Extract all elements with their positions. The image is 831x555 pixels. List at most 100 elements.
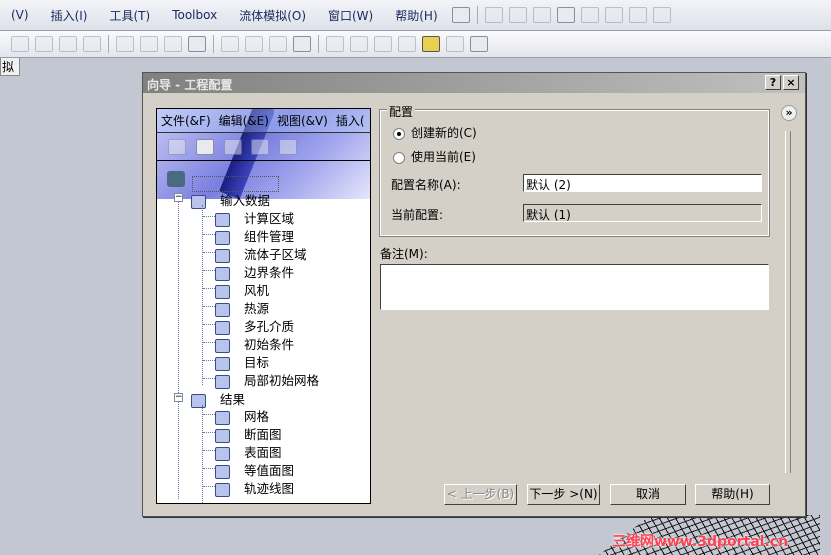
stopwatch-icon[interactable] [350,36,368,52]
dialog-title: 向导 - 工程配置 [143,73,805,93]
menu-help[interactable]: 帮助(H) [384,7,448,24]
help-title-button[interactable]: ? [765,75,781,90]
particles-icon[interactable] [164,36,182,52]
tree-menu-edit: 编辑(&E) [218,114,269,128]
tree-item-icon [215,266,230,281]
collapse-results-toggle[interactable]: − [174,393,183,402]
menu-window[interactable]: 窗口(W) [317,7,384,24]
box-icon[interactable] [140,36,158,52]
component-icon[interactable] [35,36,53,52]
print-icon[interactable] [556,7,575,23]
undo-icon[interactable] [580,7,599,23]
new-file-icon[interactable] [484,7,503,23]
tree-item[interactable]: 目标 [215,352,269,371]
table-icon[interactable] [59,36,77,52]
tree-item[interactable]: 流体子区域 [215,244,307,263]
save-icon [223,139,242,155]
tree-item[interactable]: 等值面图 [215,460,294,479]
divider [108,35,109,53]
tree-item-icon [215,374,230,389]
menu-tools[interactable]: 工具(T) [98,7,161,24]
tree-item[interactable]: 边界条件 [215,262,294,281]
tree-item-icon [215,248,230,263]
results-icon [191,393,206,408]
folder-icon [191,194,206,209]
open-file-icon[interactable] [508,7,527,23]
mesh-icon[interactable] [326,36,344,52]
select-arrow-icon[interactable] [604,7,623,23]
tree-item-icon [215,230,230,245]
tree-item[interactable]: 计算区域 [215,208,294,227]
tree-item-icon [215,464,230,479]
config-group: 配置 创建新的(C) 使用当前(E) 配置名称(A): 默认 (2) 当前配置:… [379,103,770,237]
config-group-title: 配置 [387,103,416,120]
back-button[interactable]: < 上一步(B) [444,484,517,505]
tree-item-icon [215,356,230,371]
splitter[interactable] [785,131,791,473]
tree-item[interactable]: 多孔介质 [215,316,294,335]
tree-item[interactable]: 风机 [215,280,269,299]
sparkle-icon[interactable] [398,36,416,52]
menu-view[interactable]: (V) [0,8,40,22]
tree-item[interactable]: 局部初始网格 [215,370,319,389]
goal-plot-icon[interactable] [293,36,311,52]
menu-toolbox[interactable]: Toolbox [161,8,228,22]
print-icon [251,139,270,155]
project-root-icon [167,171,185,187]
divider [213,35,214,53]
notes-textarea[interactable] [380,264,769,310]
load-results-icon[interactable] [188,36,206,52]
tree-item-icon [215,482,230,497]
project-tree-preview: 文件(&F) 编辑(&E) 视图(&V) 插入( − 输入数据 计算区域 组件管理… [156,108,371,504]
traffic-light-icon[interactable] [628,7,647,23]
tree-menu-file: 文件(&F) [161,114,211,128]
wizard-dialog: 向导 - 工程配置 ? × 文件(&F) 编辑(&E) 视图(&V) 插入( −… [142,72,806,517]
surface-plot-icon[interactable] [245,36,263,52]
tree-item-icon [215,338,230,353]
tree-toolbar [157,134,370,161]
tree-item[interactable]: 组件管理 [215,226,294,245]
expand-button[interactable]: » [781,105,797,121]
tree-item[interactable]: 轨迹线图 [215,478,294,497]
tree-menu-insert: 插入( [335,114,365,128]
radio-icon [393,127,405,140]
tree-item[interactable]: 初始条件 [215,334,294,353]
wizard-icon[interactable] [422,36,440,52]
tree-item-icon [215,428,230,443]
grid-icon[interactable] [11,36,29,52]
divider [476,6,478,24]
new-file-icon [168,139,186,155]
run-icon[interactable] [83,36,101,52]
preview-icon [279,139,298,155]
options-list-icon[interactable] [652,7,671,23]
collapse-input-toggle[interactable]: − [174,193,183,202]
menu-flow-simulation[interactable]: 流体模拟(O) [228,7,317,24]
isosurface-icon[interactable] [269,36,287,52]
current-config-field: 默认 (1) [523,204,762,222]
tree-item[interactable]: 热源 [215,298,269,317]
report-icon[interactable] [374,36,392,52]
document-tab[interactable]: 拟 [0,58,20,76]
cut-plot-icon[interactable] [221,36,239,52]
help-button[interactable]: 帮助(H) [695,484,770,505]
cancel-button[interactable]: 取消 [610,484,686,505]
pin-icon[interactable] [451,7,470,23]
menu-bar: (V) 插入(I) 工具(T) Toolbox 流体模拟(O) 窗口(W) 帮助… [0,0,831,31]
clone-icon[interactable] [116,36,134,52]
light-icon[interactable] [470,36,488,52]
menu-insert[interactable]: 插入(I) [40,7,99,24]
save-icon[interactable] [532,7,551,23]
tree-item-icon [215,320,230,335]
config-name-input[interactable]: 默认 (2) [523,174,762,192]
cubes-icon[interactable] [446,36,464,52]
radio-use-current[interactable]: 使用当前(E) [393,148,476,165]
tree-item[interactable]: 表面图 [215,442,282,461]
tree-item[interactable]: 断面图 [215,424,282,443]
next-button[interactable]: 下一步 >(N) [527,484,600,505]
tree-item-icon [215,446,230,461]
close-button[interactable]: × [783,75,799,90]
radio-create-new[interactable]: 创建新的(C) [393,124,477,141]
divider [318,35,319,53]
tree-item[interactable]: 网格 [215,406,269,425]
tree-item-icon [215,410,230,425]
